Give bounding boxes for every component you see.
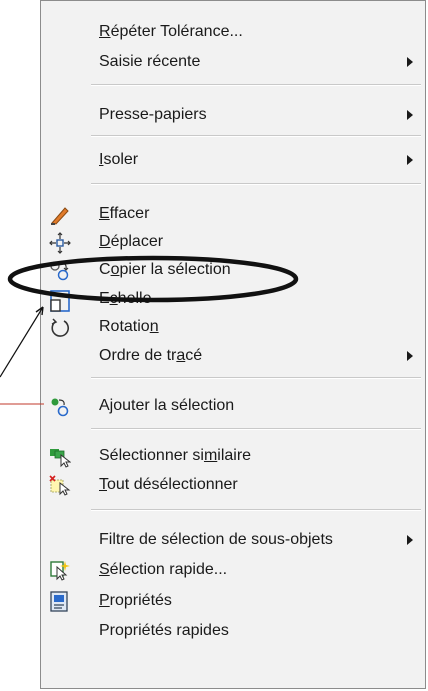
- menu-item-label: Ordre de tracé: [99, 347, 203, 364]
- menu-item-rotate[interactable]: Rotation: [41, 313, 425, 341]
- menu-separator: [91, 377, 421, 379]
- menu-item-label: Propriétés: [99, 592, 172, 609]
- menu-item-clipboard[interactable]: Presse-papiers: [41, 101, 425, 129]
- menu-item-label: Tout désélectionner: [99, 476, 238, 493]
- menu-item-label: Ajouter la sélection: [99, 397, 235, 414]
- submenu-arrow-icon: [407, 351, 413, 361]
- move-icon: [49, 232, 71, 254]
- menu-item-subobject-filter[interactable]: Filtre de sélection de sous-objets: [41, 526, 425, 554]
- menu-item-label: Répéter Tolérance...: [99, 23, 243, 40]
- add-selection-icon: [49, 396, 71, 417]
- menu-item-add-selection[interactable]: Ajouter la sélection: [41, 392, 425, 420]
- submenu-arrow-icon: [407, 57, 413, 67]
- menu-item-label: Echelle: [99, 290, 152, 307]
- deselect-all-icon: [49, 475, 71, 496]
- copy-icon: [49, 260, 71, 281]
- menu-item-label: Filtre de sélection de sous-objets: [99, 531, 333, 548]
- menu-separator: [91, 84, 421, 86]
- menu-item-label: Isoler: [99, 151, 139, 168]
- quick-select-icon: [49, 560, 71, 581]
- menu-item-label: Propriétés rapides: [99, 622, 229, 639]
- menu-item-quick-select[interactable]: Sélection rapide...: [41, 556, 425, 584]
- menu-item-draw-order[interactable]: Ordre de tracé: [41, 342, 425, 370]
- menu-item-repeat-tolerance[interactable]: Répéter Tolérance...: [41, 18, 425, 46]
- menu-separator: [91, 428, 421, 430]
- menu-item-isolate[interactable]: Isoler: [41, 146, 425, 174]
- properties-icon: [49, 591, 71, 612]
- menu-item-label: Copier la sélection: [99, 261, 231, 278]
- menu-item-scale[interactable]: Echelle: [41, 285, 425, 313]
- submenu-arrow-icon: [407, 155, 413, 165]
- menu-item-select-similar[interactable]: Sélectionner similaire: [41, 442, 425, 470]
- menu-separator: [91, 509, 421, 511]
- menu-item-label: Déplacer: [99, 233, 164, 250]
- menu-item-label: Saisie récente: [99, 53, 201, 70]
- menu-item-label: Effacer: [99, 205, 150, 222]
- menu-item-erase[interactable]: Effacer: [41, 200, 425, 228]
- menu-separator: [91, 135, 421, 137]
- menu-item-label: Presse-papiers: [99, 106, 207, 123]
- submenu-arrow-icon: [407, 110, 413, 120]
- select-similar-icon: [49, 446, 72, 468]
- context-menu: Répéter Tolérance... Saisie récente Pres…: [40, 0, 426, 689]
- submenu-arrow-icon: [407, 535, 413, 545]
- menu-item-quick-properties[interactable]: Propriétés rapides: [41, 617, 425, 645]
- menu-item-deselect-all[interactable]: Tout désélectionner: [41, 471, 425, 499]
- menu-item-recent-input[interactable]: Saisie récente: [41, 48, 425, 76]
- menu-item-label: Rotation: [99, 318, 159, 335]
- rotate-icon: [49, 317, 71, 337]
- annotation-arrow-line: [0, 306, 44, 378]
- menu-item-label: Sélectionner similaire: [99, 447, 252, 464]
- menu-item-label: Sélection rapide...: [99, 561, 228, 578]
- scale-icon: [49, 289, 71, 312]
- menu-separator: [91, 183, 421, 185]
- menu-item-properties[interactable]: Propriétés: [41, 587, 425, 615]
- menu-item-copy-selection[interactable]: Copier la sélection: [41, 256, 425, 284]
- menu-item-move[interactable]: Déplacer: [41, 228, 425, 256]
- erase-icon: [49, 204, 71, 225]
